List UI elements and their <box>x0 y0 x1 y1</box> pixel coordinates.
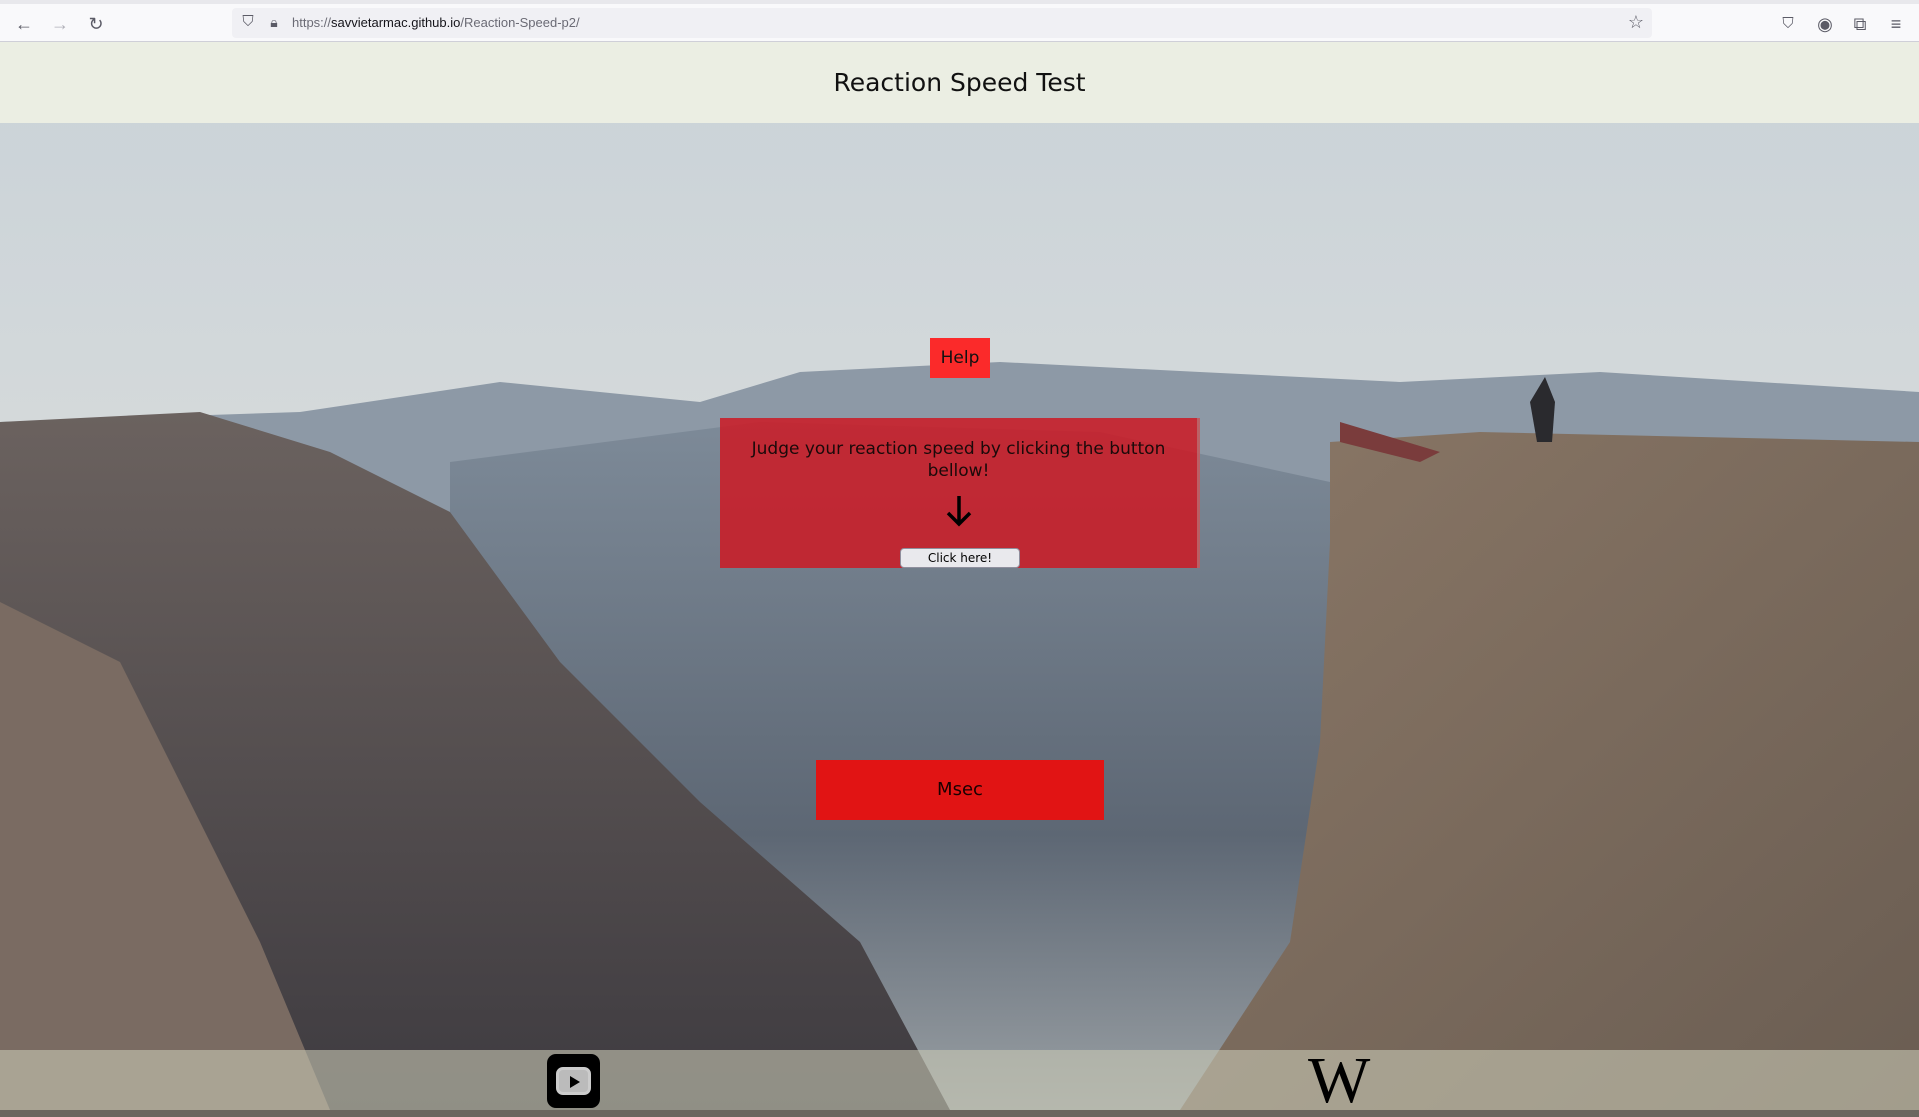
lock-icon[interactable]: 🔒︎ <box>262 10 286 34</box>
extensions-icon[interactable]: ⧉ <box>1848 12 1872 36</box>
back-icon[interactable]: ← <box>12 12 36 36</box>
forward-icon[interactable]: → <box>48 12 72 36</box>
help-button[interactable]: Help <box>930 338 990 378</box>
youtube-link-icon[interactable] <box>547 1054 600 1108</box>
url-prefix: https:// <box>292 15 332 30</box>
star-icon[interactable]: ☆ <box>1624 10 1648 34</box>
page-title: Reaction Speed Test <box>833 68 1086 97</box>
reload-icon[interactable]: ↻ <box>84 12 108 36</box>
wikipedia-link-icon[interactable]: W <box>1308 1046 1370 1116</box>
account-icon[interactable]: ◉ <box>1813 12 1837 36</box>
footer <box>0 1050 1919 1110</box>
result-display: Msec <box>816 760 1104 820</box>
menu-icon[interactable]: ≡ <box>1884 12 1908 36</box>
page-header: Reaction Speed Test <box>0 42 1919 123</box>
background-landscape <box>0 42 1919 1110</box>
url-text[interactable]: https://savvietarmac.github.io/Reaction-… <box>292 15 580 30</box>
address-bar[interactable]: ⛉ 🔒︎ https://savvietarmac.github.io/Reac… <box>232 8 1652 38</box>
pocket-icon[interactable]: ⛉ <box>1776 12 1800 36</box>
click-here-button[interactable]: Click here! <box>900 548 1020 568</box>
url-domain: savvietarmac.github.io <box>331 15 461 30</box>
instructions-text: Judge your reaction speed by clicking th… <box>751 439 1166 481</box>
arrow-down-icon <box>946 496 971 527</box>
instructions-panel: Judge your reaction speed by clicking th… <box>720 418 1200 568</box>
browser-toolbar: ← → ↻ ⛉ 🔒︎ https://savvietarmac.github.i… <box>0 0 1919 42</box>
url-path: /Reaction-Speed-p2/ <box>460 15 580 30</box>
shield-icon[interactable]: ⛉ <box>236 10 260 34</box>
